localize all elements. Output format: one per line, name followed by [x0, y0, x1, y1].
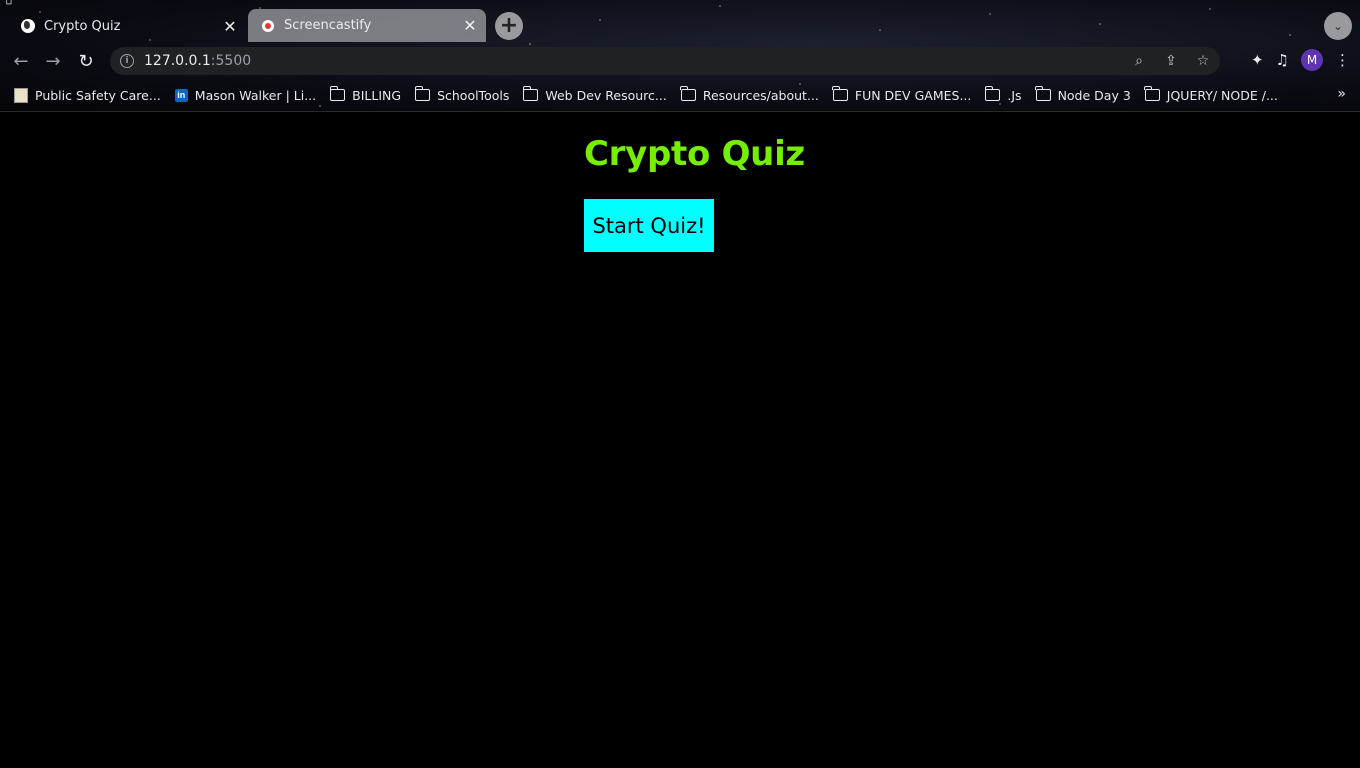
- close-icon[interactable]: ✕: [220, 16, 240, 36]
- tab-screencastify[interactable]: Screencastify ✕: [248, 9, 486, 42]
- toolbar-right: ✦ ♫ M ⋮: [1251, 49, 1350, 71]
- url-port: :5500: [210, 53, 252, 69]
- bookmark-label: Public Safety Care...: [35, 87, 161, 103]
- page-title: Crypto Quiz: [584, 134, 805, 174]
- omnibox-actions: ⌕ ⇪ ☆: [1130, 51, 1212, 71]
- bookmarks-overflow-button[interactable]: »: [1337, 86, 1346, 102]
- new-tab-button[interactable]: +: [495, 12, 523, 40]
- page-content: Crypto Quiz Start Quiz!: [0, 112, 1360, 768]
- bookmark-folder[interactable]: Web Dev Resourc...: [522, 86, 667, 103]
- bookmark-item[interactable]: in Mason Walker | Li...: [174, 87, 317, 103]
- corner-logo: └┘: [4, 0, 14, 10]
- linkedin-icon: in: [174, 88, 188, 102]
- bookmark-label: Web Dev Resourc...: [545, 87, 667, 103]
- tab-crypto-quiz[interactable]: Crypto Quiz ✕: [8, 10, 246, 42]
- bookmark-folder[interactable]: BILLING: [329, 86, 402, 103]
- folder-icon: [329, 86, 346, 101]
- browser-chrome: └┘ Crypto Quiz ✕ Screencastify ✕ + ⌄ ← →…: [0, 0, 1360, 112]
- screencastify-icon: [260, 18, 276, 34]
- tab-strip: └┘ Crypto Quiz ✕ Screencastify ✕ + ⌄: [0, 0, 1360, 44]
- folder-icon: [1035, 86, 1051, 101]
- star-icon[interactable]: ☆: [1194, 51, 1212, 71]
- bookmark-folder[interactable]: Node Day 3: [1035, 86, 1131, 103]
- start-quiz-button[interactable]: Start Quiz!: [584, 199, 714, 252]
- bookmark-label: SchoolTools: [437, 87, 510, 103]
- globe-icon: [20, 18, 36, 34]
- zoom-icon[interactable]: ⌕: [1130, 51, 1148, 71]
- info-icon[interactable]: i: [120, 54, 134, 68]
- extensions-icon[interactable]: ✦: [1251, 51, 1264, 69]
- avatar[interactable]: M: [1301, 49, 1323, 71]
- menu-icon[interactable]: ⋮: [1335, 51, 1350, 69]
- tab-title: Screencastify: [284, 18, 372, 33]
- bookmark-folder[interactable]: Resources/about...: [680, 86, 819, 103]
- bookmark-folder[interactable]: .Js: [984, 86, 1022, 103]
- folder-icon: [984, 86, 1001, 101]
- bookmark-label: Mason Walker | Li...: [194, 87, 317, 103]
- document-icon: [14, 87, 28, 103]
- bookmark-label: .Js: [1007, 87, 1022, 103]
- bookmark-label: Resources/about...: [702, 87, 819, 103]
- bookmark-label: Node Day 3: [1057, 87, 1131, 103]
- folder-icon: [1144, 86, 1160, 101]
- folder-icon: [522, 86, 539, 101]
- reload-icon[interactable]: ↻: [74, 49, 98, 73]
- bookmark-label: BILLING: [352, 87, 402, 103]
- forward-arrow-icon[interactable]: →: [41, 49, 65, 73]
- address-bar[interactable]: i 127.0.0.1 :5500 ⌕ ⇪ ☆: [110, 47, 1220, 75]
- bookmark-item[interactable]: Public Safety Care...: [14, 87, 161, 103]
- folder-icon: [680, 86, 696, 101]
- tab-title: Crypto Quiz: [44, 18, 121, 34]
- media-control-icon[interactable]: ♫: [1276, 51, 1289, 69]
- folder-icon: [832, 86, 848, 101]
- bookmark-folder[interactable]: JQUERY/ NODE /...: [1144, 86, 1278, 103]
- toolbar: ← → ↻ i 127.0.0.1 :5500 ⌕ ⇪ ☆ ✦ ♫ M ⋮: [0, 44, 1360, 78]
- folder-icon: [414, 86, 431, 101]
- bookmarks-bar: Public Safety Care... in Mason Walker | …: [0, 82, 1360, 108]
- close-icon[interactable]: ✕: [460, 16, 480, 36]
- bookmark-label: FUN DEV GAMES...: [854, 87, 972, 103]
- back-arrow-icon[interactable]: ←: [9, 49, 33, 73]
- url-host: 127.0.0.1: [144, 53, 211, 69]
- bookmark-folder[interactable]: SchoolTools: [414, 86, 510, 103]
- tab-search-button[interactable]: ⌄: [1324, 12, 1352, 40]
- bookmark-folder[interactable]: FUN DEV GAMES...: [832, 86, 972, 103]
- share-icon[interactable]: ⇪: [1162, 51, 1180, 71]
- bookmark-label: JQUERY/ NODE /...: [1166, 87, 1278, 103]
